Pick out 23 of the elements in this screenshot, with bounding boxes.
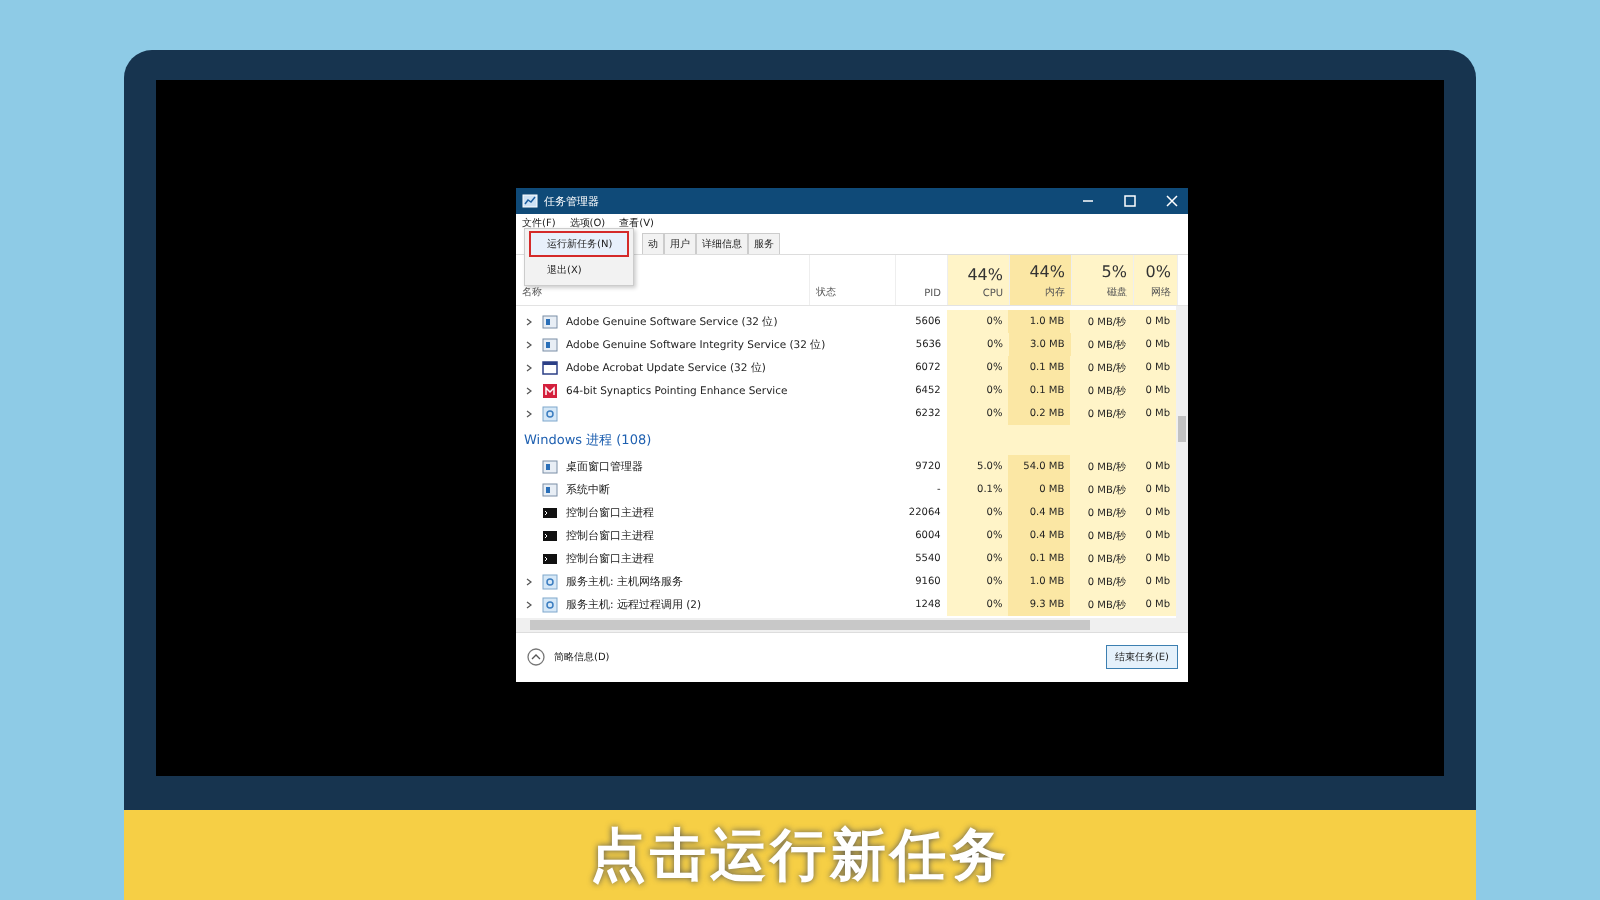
app-icon [542,382,558,399]
app-icon [542,458,558,475]
close-icon[interactable] [1162,191,1182,211]
console-icon [542,527,558,544]
window-icon [542,359,558,376]
gear-icon [542,596,558,613]
app-icon [542,336,558,353]
usage-total: 44% [1029,262,1065,281]
maximize-icon[interactable] [1120,191,1140,211]
vertical-scrollbar[interactable] [1176,306,1188,618]
caption: 点击运行新任务 [590,819,1010,891]
usage-total: 44% [967,265,1003,284]
app-icon [542,481,558,498]
usage-total: 0% [1145,262,1171,281]
gear-icon [542,405,558,422]
console-icon [542,504,558,521]
app-icon [542,313,558,330]
usage-total: 5% [1101,262,1127,281]
horizontal-scrollbar[interactable] [516,618,1188,632]
collapse-icon[interactable] [526,646,546,667]
app-icon [522,193,538,209]
console-icon [542,550,558,567]
gear-icon [542,573,558,590]
